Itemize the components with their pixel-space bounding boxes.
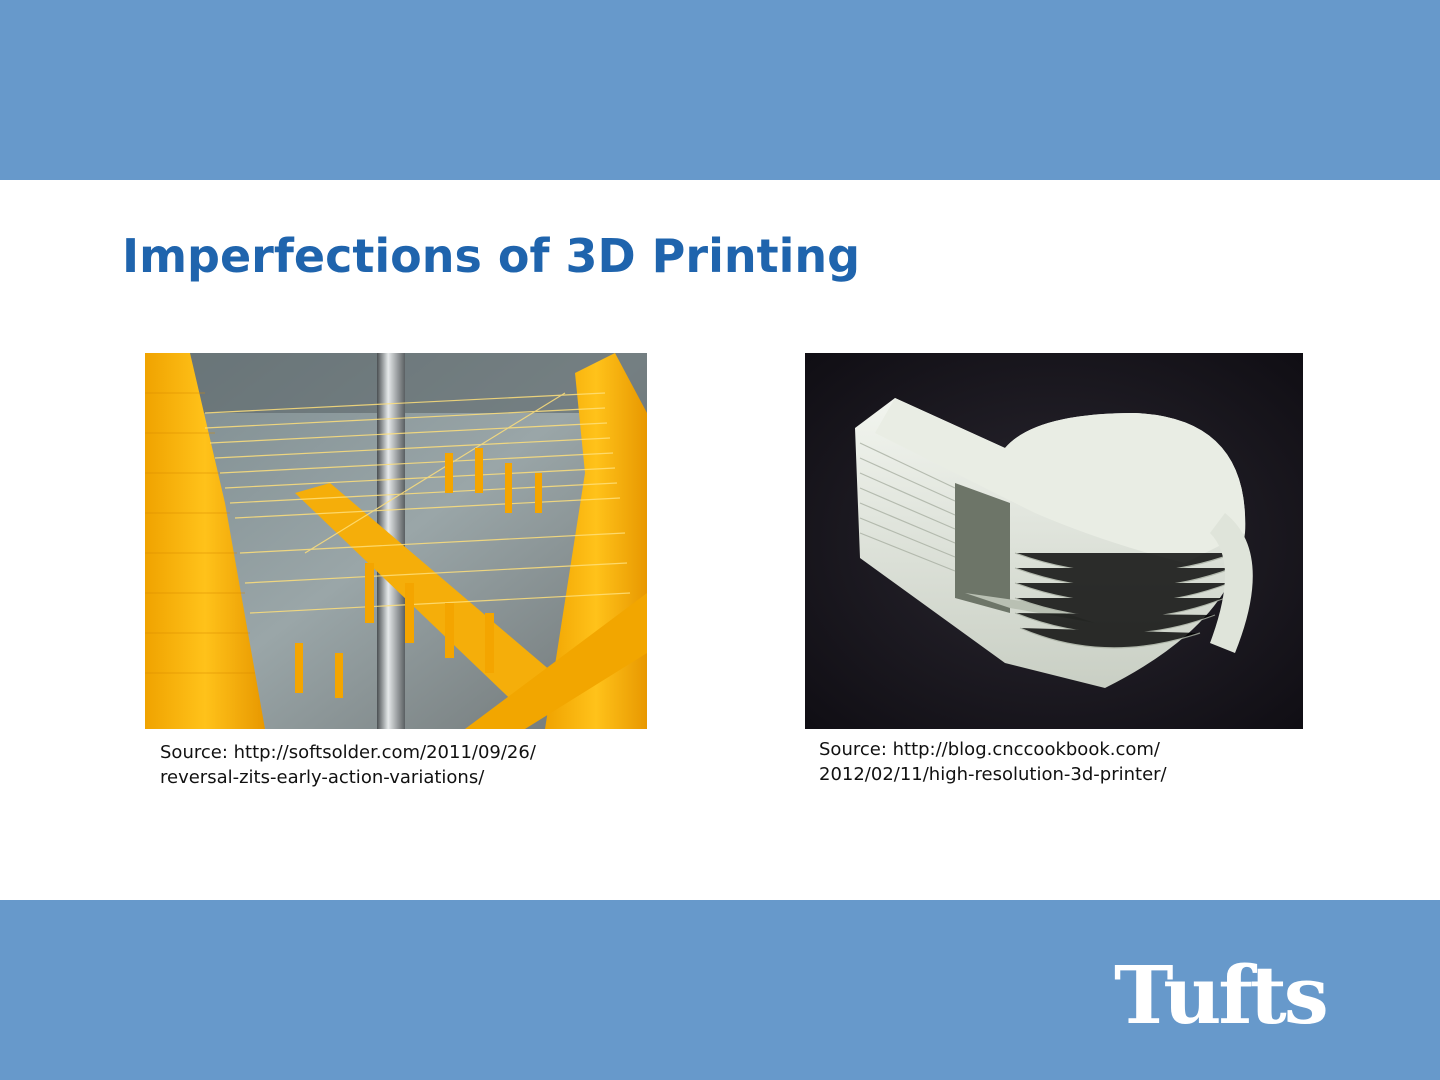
caption-line: Source: http://softsolder.com/2011/09/26… — [160, 742, 536, 763]
caption-line: Source: http://blog.cnccookbook.com/ — [819, 739, 1160, 760]
source-caption-left: Source: http://softsolder.com/2011/09/26… — [160, 740, 536, 790]
caption-line: 2012/02/11/high-resolution-3d-printer/ — [819, 764, 1167, 785]
yellow-print-photo — [145, 353, 647, 729]
source-caption-right: Source: http://blog.cnccookbook.com/ 201… — [819, 737, 1167, 787]
caption-line: reversal-zits-early-action-variations/ — [160, 767, 485, 788]
slide-title: Imperfections of 3D Printing — [122, 229, 861, 283]
white-whistle-photo — [805, 353, 1303, 729]
header-band — [0, 0, 1440, 180]
tufts-logo: Tufts — [1114, 948, 1329, 1042]
